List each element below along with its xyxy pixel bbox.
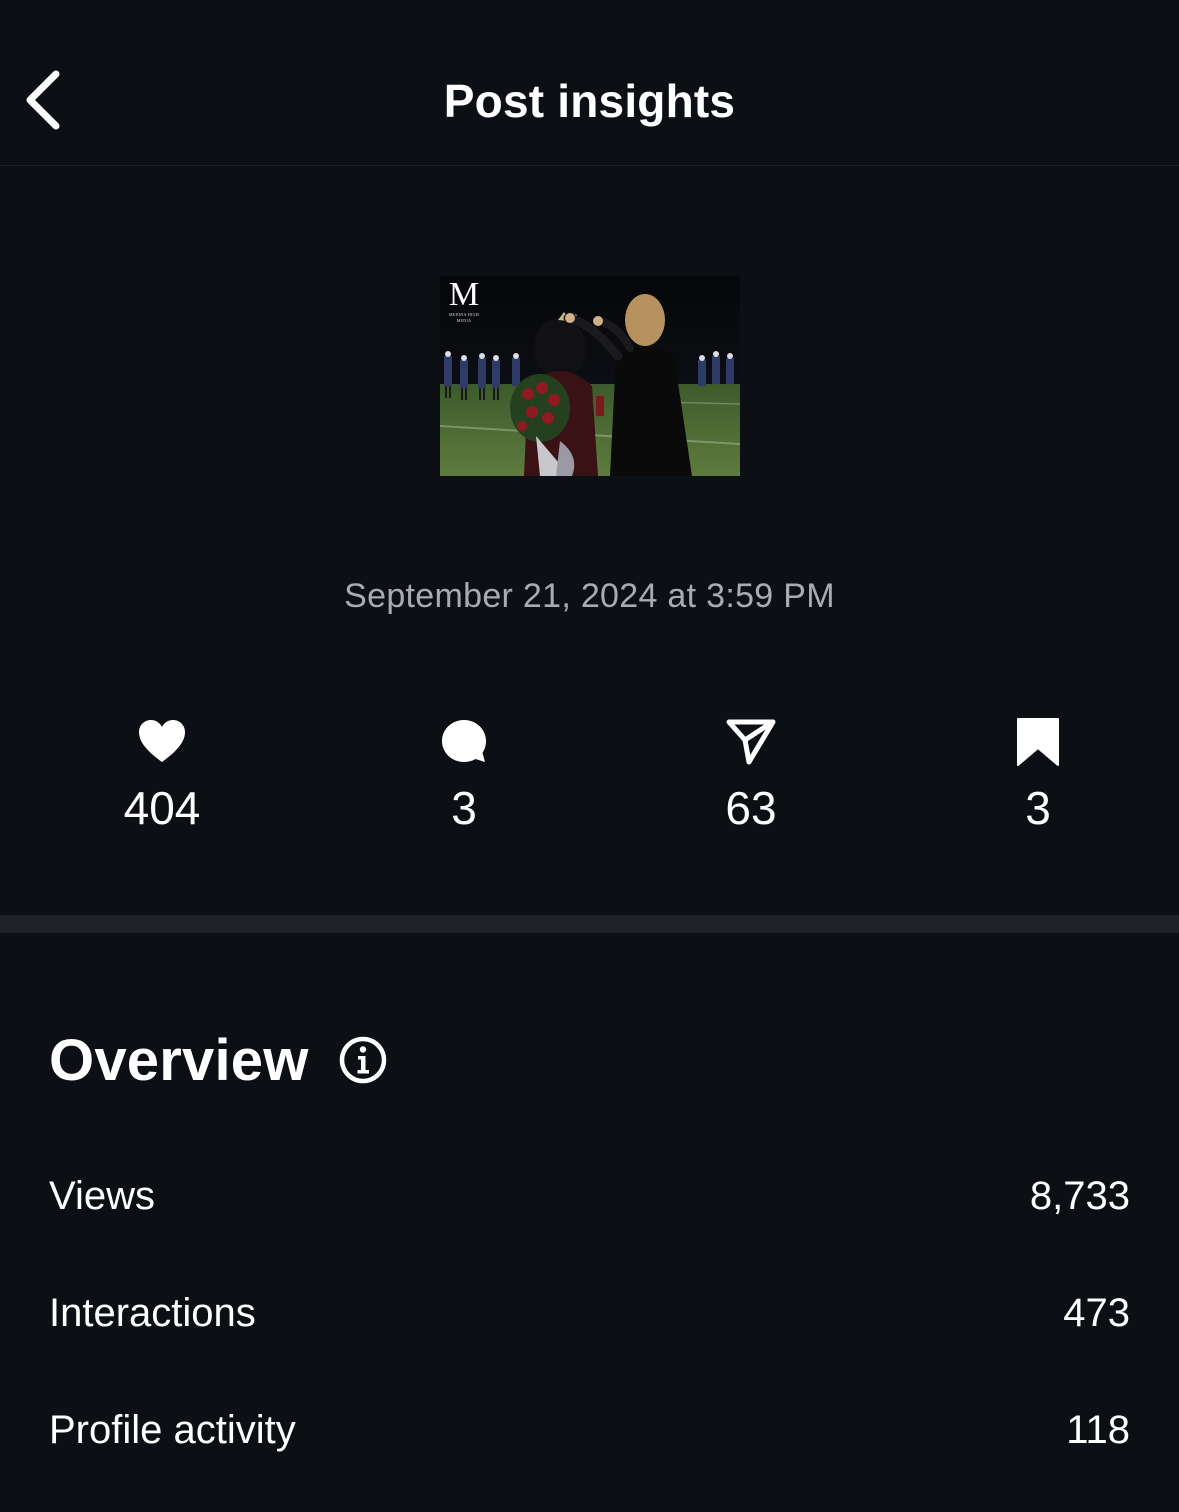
metric-value: 8,733: [1029, 1174, 1130, 1218]
metric-row-interactions[interactable]: Interactions 473: [49, 1283, 1130, 1343]
top-bar: Post insights: [0, 0, 1179, 166]
comments-stat[interactable]: 3: [364, 716, 564, 846]
post-date: September 21, 2024 at 3:59 PM: [344, 577, 835, 615]
saves-count: 3: [1025, 782, 1051, 834]
metric-value: 118: [1066, 1408, 1130, 1452]
page-title: Post insights: [443, 75, 736, 127]
info-icon-graphic: [339, 1036, 387, 1084]
metric-label: Profile activity: [49, 1408, 296, 1452]
comments-count: 3: [451, 782, 477, 834]
post-thumbnail[interactable]: M MEDINA HIGH MEDIA: [440, 276, 740, 476]
info-icon[interactable]: [338, 1035, 388, 1085]
metric-label: Views: [49, 1174, 155, 1218]
metric-value: 473: [1063, 1291, 1130, 1335]
shares-stat[interactable]: 63: [651, 716, 851, 846]
metric-row-profile-activity[interactable]: Profile activity 118: [49, 1400, 1130, 1460]
saves-stat[interactable]: 3: [938, 716, 1138, 846]
likes-stat[interactable]: 404: [62, 716, 262, 846]
overview-heading: Overview: [49, 1028, 309, 1093]
likes-count: 404: [123, 782, 201, 834]
metric-row-views[interactable]: Views 8,733: [49, 1166, 1130, 1226]
thumbnail-watermark-logo: M MEDINA HIGH MEDIA: [448, 276, 480, 324]
section-divider: [0, 915, 1179, 933]
metric-label: Interactions: [49, 1291, 256, 1335]
paper-plane-icon: [726, 719, 776, 765]
shares-count: 63: [725, 782, 777, 834]
heart-icon: [139, 720, 185, 762]
comment-bubble-icon: [442, 720, 486, 762]
bookmark-icon: [1017, 718, 1059, 766]
